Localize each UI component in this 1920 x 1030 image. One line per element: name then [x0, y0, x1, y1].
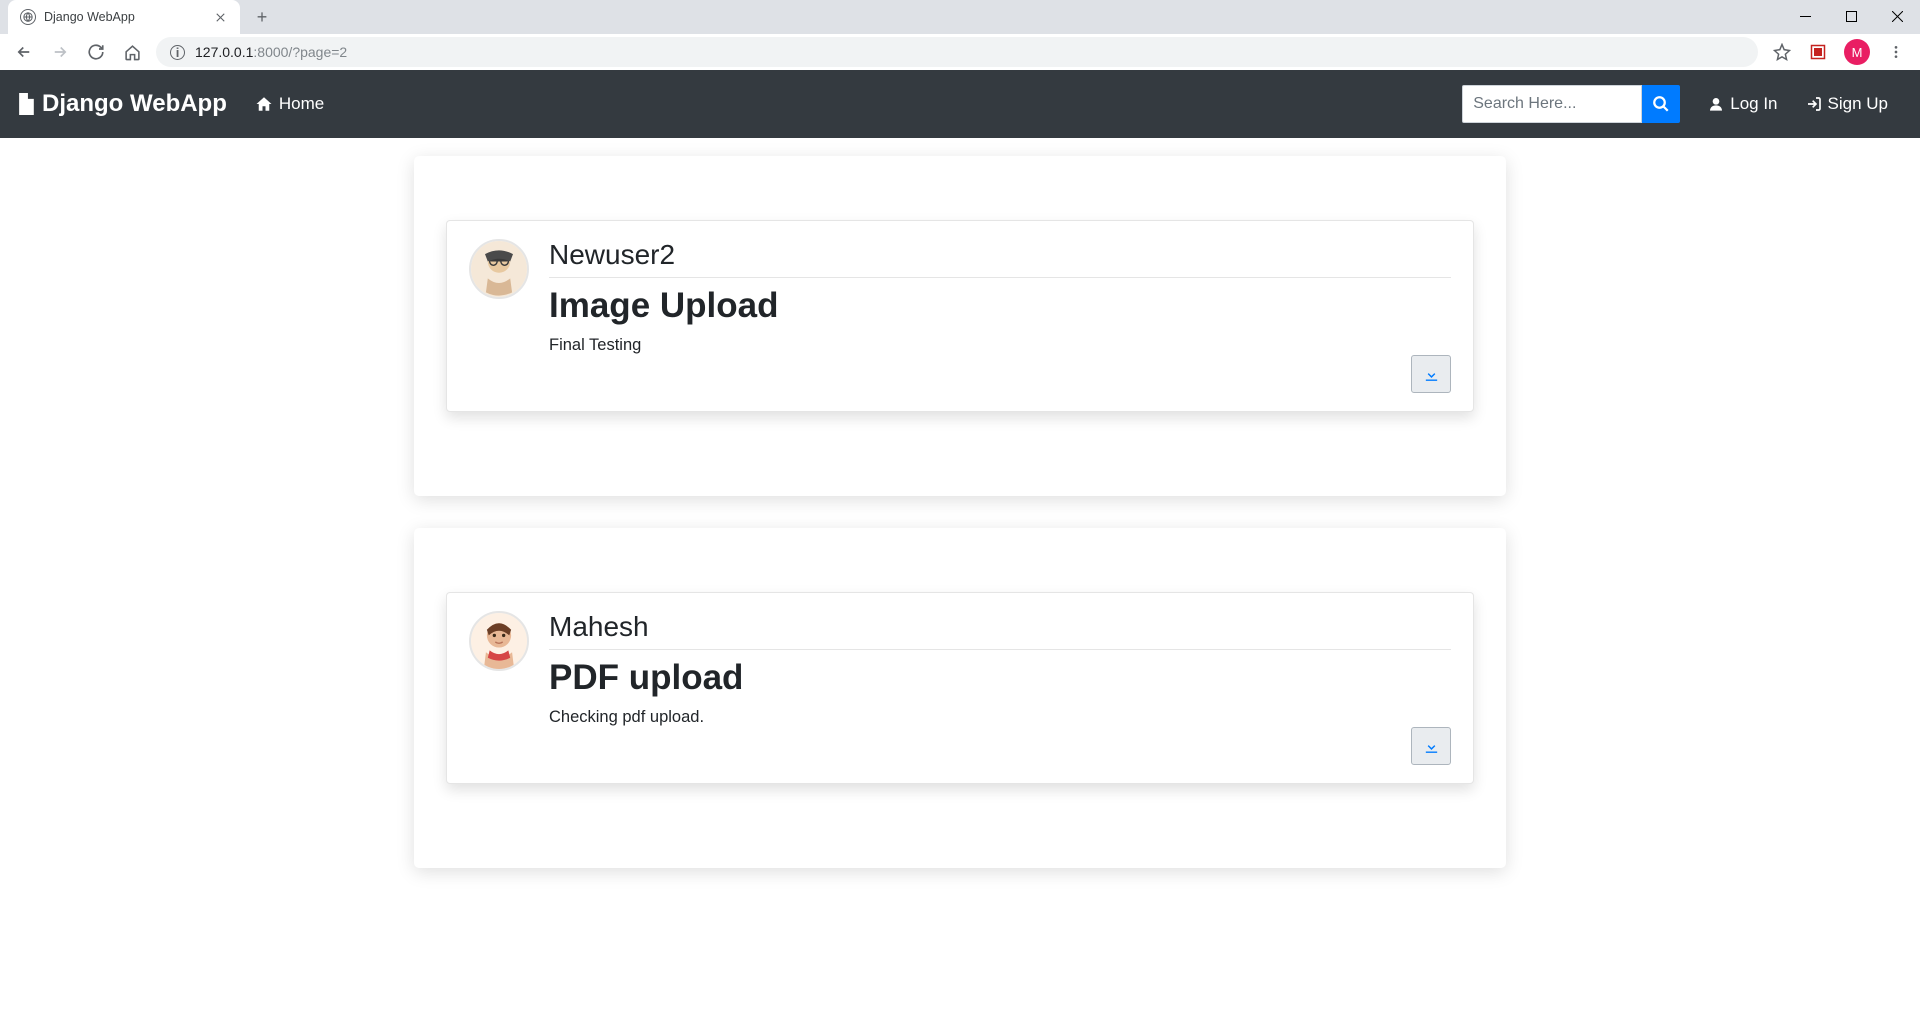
file-icon	[16, 93, 34, 115]
maximize-button[interactable]	[1828, 0, 1874, 32]
info-icon: i	[170, 45, 185, 60]
nav-home-link[interactable]: Home	[255, 94, 324, 114]
profile-avatar[interactable]: M	[1844, 39, 1870, 65]
download-icon	[1423, 366, 1440, 383]
home-button-browser[interactable]	[116, 36, 148, 68]
download-button[interactable]	[1411, 355, 1451, 393]
post-card: Mahesh PDF upload Checking pdf upload.	[446, 592, 1474, 784]
url-text: 127.0.0.1:8000/?page=2	[195, 44, 347, 60]
kebab-menu-icon[interactable]	[1880, 36, 1912, 68]
avatar[interactable]	[469, 239, 529, 299]
post-description: Checking pdf upload.	[549, 708, 1451, 727]
post-username[interactable]: Newuser2	[549, 239, 1451, 278]
signin-icon	[1806, 96, 1822, 112]
nav-home-label: Home	[279, 94, 324, 114]
bookmark-star-icon[interactable]	[1766, 36, 1798, 68]
login-label: Log In	[1730, 94, 1777, 114]
post-outer-card: Newuser2 Image Upload Final Testing	[414, 156, 1506, 496]
post-username[interactable]: Mahesh	[549, 611, 1451, 650]
brand-link[interactable]: Django WebApp	[16, 90, 227, 118]
tab-title: Django WebApp	[44, 10, 204, 24]
post-body: Newuser2 Image Upload Final Testing	[549, 239, 1451, 393]
post-description: Final Testing	[549, 336, 1451, 355]
new-tab-button[interactable]: +	[248, 3, 276, 31]
tab-bar: Django WebApp +	[0, 0, 1920, 34]
signup-label: Sign Up	[1828, 94, 1888, 114]
brand-text: Django WebApp	[42, 90, 227, 118]
search-input[interactable]	[1462, 85, 1642, 123]
post-card: Newuser2 Image Upload Final Testing	[446, 220, 1474, 412]
login-link[interactable]: Log In	[1708, 94, 1777, 114]
download-button[interactable]	[1411, 727, 1451, 765]
browser-chrome: Django WebApp + i 127.0.0.1:8000/?page=2…	[0, 0, 1920, 70]
window-controls	[1782, 0, 1920, 32]
forward-button[interactable]	[44, 36, 76, 68]
address-row: i 127.0.0.1:8000/?page=2 M	[0, 34, 1920, 70]
user-icon	[1708, 96, 1724, 112]
search-button[interactable]	[1642, 85, 1680, 123]
reload-button[interactable]	[80, 36, 112, 68]
extension-icon[interactable]	[1802, 36, 1834, 68]
home-icon	[255, 95, 273, 113]
content-container: Newuser2 Image Upload Final Testing	[414, 138, 1506, 1030]
post-body: Mahesh PDF upload Checking pdf upload.	[549, 611, 1451, 765]
globe-icon	[20, 9, 36, 25]
back-button[interactable]	[8, 36, 40, 68]
close-icon[interactable]	[212, 9, 228, 25]
signup-link[interactable]: Sign Up	[1806, 94, 1888, 114]
minimize-button[interactable]	[1782, 0, 1828, 32]
address-bar[interactable]: i 127.0.0.1:8000/?page=2	[156, 37, 1758, 67]
app-navbar: Django WebApp Home Log In Sign Up	[0, 70, 1920, 138]
post-outer-card: Mahesh PDF upload Checking pdf upload.	[414, 528, 1506, 868]
search-icon	[1652, 95, 1670, 113]
page-viewport[interactable]: Django WebApp Home Log In Sign Up	[0, 70, 1920, 1030]
download-icon	[1423, 738, 1440, 755]
post-title[interactable]: PDF upload	[549, 658, 1451, 698]
window-close-button[interactable]	[1874, 0, 1920, 32]
avatar[interactable]	[469, 611, 529, 671]
post-title[interactable]: Image Upload	[549, 286, 1451, 326]
browser-tab[interactable]: Django WebApp	[8, 0, 240, 34]
